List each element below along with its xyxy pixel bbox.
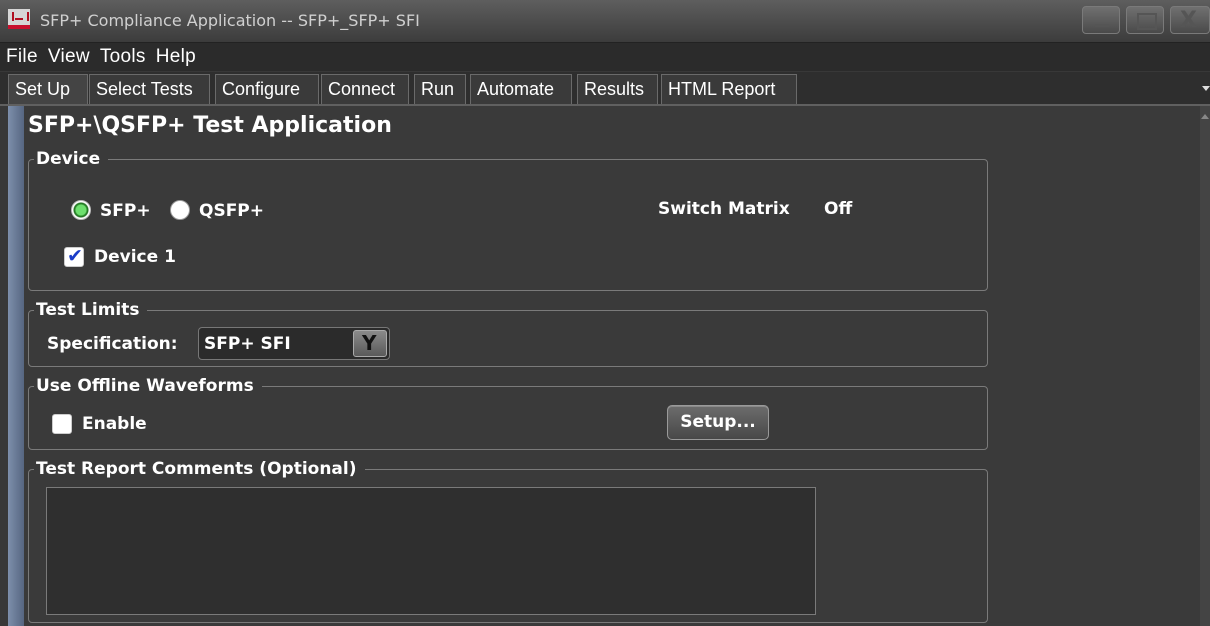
comments-textarea[interactable] <box>46 487 816 615</box>
menu-view[interactable]: View <box>42 43 94 68</box>
window-title: SFP+ Compliance Application -- SFP+_SFP+… <box>40 11 420 30</box>
radio-qsfp-label: QSFP+ <box>199 201 265 221</box>
switch-matrix-value: Off <box>824 199 853 219</box>
tab-select-tests[interactable]: Select Tests <box>89 74 210 104</box>
tab-configure[interactable]: Configure <box>215 74 319 104</box>
tab-set-up[interactable]: Set Up <box>8 74 88 104</box>
device-legend: Device <box>34 149 109 169</box>
device-group <box>28 159 988 291</box>
maximize-button[interactable] <box>1126 6 1164 34</box>
switch-matrix-label: Switch Matrix <box>658 199 790 219</box>
chevron-down-icon: Y <box>362 331 377 355</box>
device1-label: Device 1 <box>94 247 176 267</box>
specification-select[interactable]: SFP+ SFI Y <box>198 327 390 360</box>
comments-legend: Test Report Comments (Optional) <box>34 459 365 479</box>
title-bar: SFP+ Compliance Application -- SFP+_SFP+… <box>0 0 1210 43</box>
tab-html-report[interactable]: HTML Report <box>661 74 797 104</box>
menu-bar: File View Tools Help <box>0 43 1210 71</box>
menu-help[interactable]: Help <box>150 43 200 68</box>
radio-sfp-label: SFP+ <box>100 201 151 221</box>
enable-checkbox[interactable] <box>52 414 72 434</box>
device1-checkbox[interactable]: ✔ <box>64 245 84 267</box>
test-limits-legend: Test Limits <box>34 300 148 320</box>
offline-waveforms-legend: Use Offline Waveforms <box>34 376 262 396</box>
radio-sfp[interactable] <box>71 200 91 220</box>
specification-label: Specification: <box>47 334 178 354</box>
tab-automate[interactable]: Automate <box>470 74 572 104</box>
specification-value: SFP+ SFI <box>204 334 291 354</box>
minimize-button[interactable] <box>1082 6 1120 34</box>
side-stripe <box>8 106 24 626</box>
tab-run[interactable]: Run <box>414 74 466 104</box>
app-icon <box>8 9 30 29</box>
radio-qsfp[interactable] <box>170 200 190 220</box>
close-icon: X <box>1180 8 1197 33</box>
setup-button[interactable]: Setup... <box>667 405 769 440</box>
page-title: SFP+\QSFP+ Test Application <box>28 113 392 138</box>
tab-results[interactable]: Results <box>577 74 658 104</box>
tab-connect[interactable]: Connect <box>321 74 409 104</box>
close-button[interactable]: X <box>1170 6 1210 34</box>
dropdown-button[interactable]: Y <box>353 330 387 357</box>
scroll-up-icon[interactable] <box>1201 114 1209 119</box>
vertical-scrollbar[interactable] <box>1200 106 1210 626</box>
menu-tools[interactable]: Tools <box>94 43 150 68</box>
tab-overflow-icon[interactable] <box>1202 86 1210 91</box>
check-icon: ✔ <box>67 245 83 267</box>
menu-file[interactable]: File <box>0 43 42 68</box>
tab-bar: Set Up Select Tests Configure Connect Ru… <box>0 72 1210 106</box>
enable-label: Enable <box>82 414 147 434</box>
